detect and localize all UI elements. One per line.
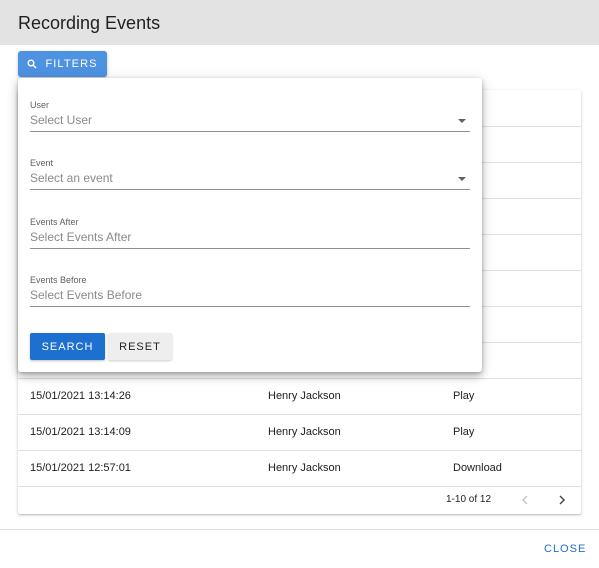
events-after-label: Events After: [30, 217, 79, 227]
previous-page-button[interactable]: [516, 491, 534, 509]
field-underline: [30, 306, 470, 307]
pagination-info: 1-10 of 12: [446, 494, 492, 505]
field-underline: [30, 248, 470, 249]
filters-button-label: FILTERS: [45, 58, 98, 70]
dropdown-arrow-icon: [458, 177, 466, 181]
cell-event: Download: [453, 462, 502, 474]
dropdown-arrow-icon: [458, 119, 466, 123]
cell-user: Henry Jackson: [268, 390, 341, 402]
table-row[interactable]: 15/01/2021 12:57:01 Henry Jackson Downlo…: [18, 450, 581, 487]
dialog-titlebar: Recording Events: [0, 0, 599, 45]
table-pagination: 1-10 of 12: [18, 487, 581, 514]
cell-event: Play: [453, 426, 475, 438]
chevron-right-icon: [559, 495, 565, 505]
events-after-placeholder: Select Events After: [30, 230, 132, 244]
cell-event: Play: [453, 390, 475, 402]
table-row[interactable]: 15/01/2021 13:14:26 Henry Jackson Play: [18, 378, 581, 415]
event-label: Event: [30, 158, 54, 168]
chevron-left-icon: [522, 495, 528, 505]
search-icon: [27, 59, 37, 69]
filters-button[interactable]: FILTERS: [18, 51, 107, 77]
reset-button[interactable]: RESET: [108, 333, 172, 360]
cell-user: Henry Jackson: [268, 462, 341, 474]
next-page-button[interactable]: [553, 491, 571, 509]
events-before-placeholder: Select Events Before: [30, 288, 143, 302]
cell-user: Henry Jackson: [268, 426, 341, 438]
user-label: User: [30, 100, 50, 110]
field-underline: [30, 131, 470, 132]
search-button[interactable]: SEARCH: [30, 333, 105, 360]
event-placeholder: Select an event: [30, 171, 113, 185]
dialog-actions-divider: [0, 529, 599, 530]
recording-events-dialog: Recording Events FILTERS t ote: [0, 0, 599, 568]
user-placeholder: Select User: [30, 113, 93, 127]
cell-date: 15/01/2021 12:57:01: [30, 462, 131, 474]
field-underline: [30, 189, 470, 190]
cell-date: 15/01/2021 13:14:09: [30, 426, 131, 438]
dialog-title: Recording Events: [18, 13, 161, 33]
events-before-label: Events Before: [30, 275, 87, 285]
close-button[interactable]: CLOSE: [540, 541, 590, 557]
filters-popup: User Select User Event Select an event E…: [18, 78, 482, 372]
cell-date: 15/01/2021 13:14:26: [30, 390, 131, 402]
table-row[interactable]: 15/01/2021 13:14:09 Henry Jackson Play: [18, 414, 581, 451]
